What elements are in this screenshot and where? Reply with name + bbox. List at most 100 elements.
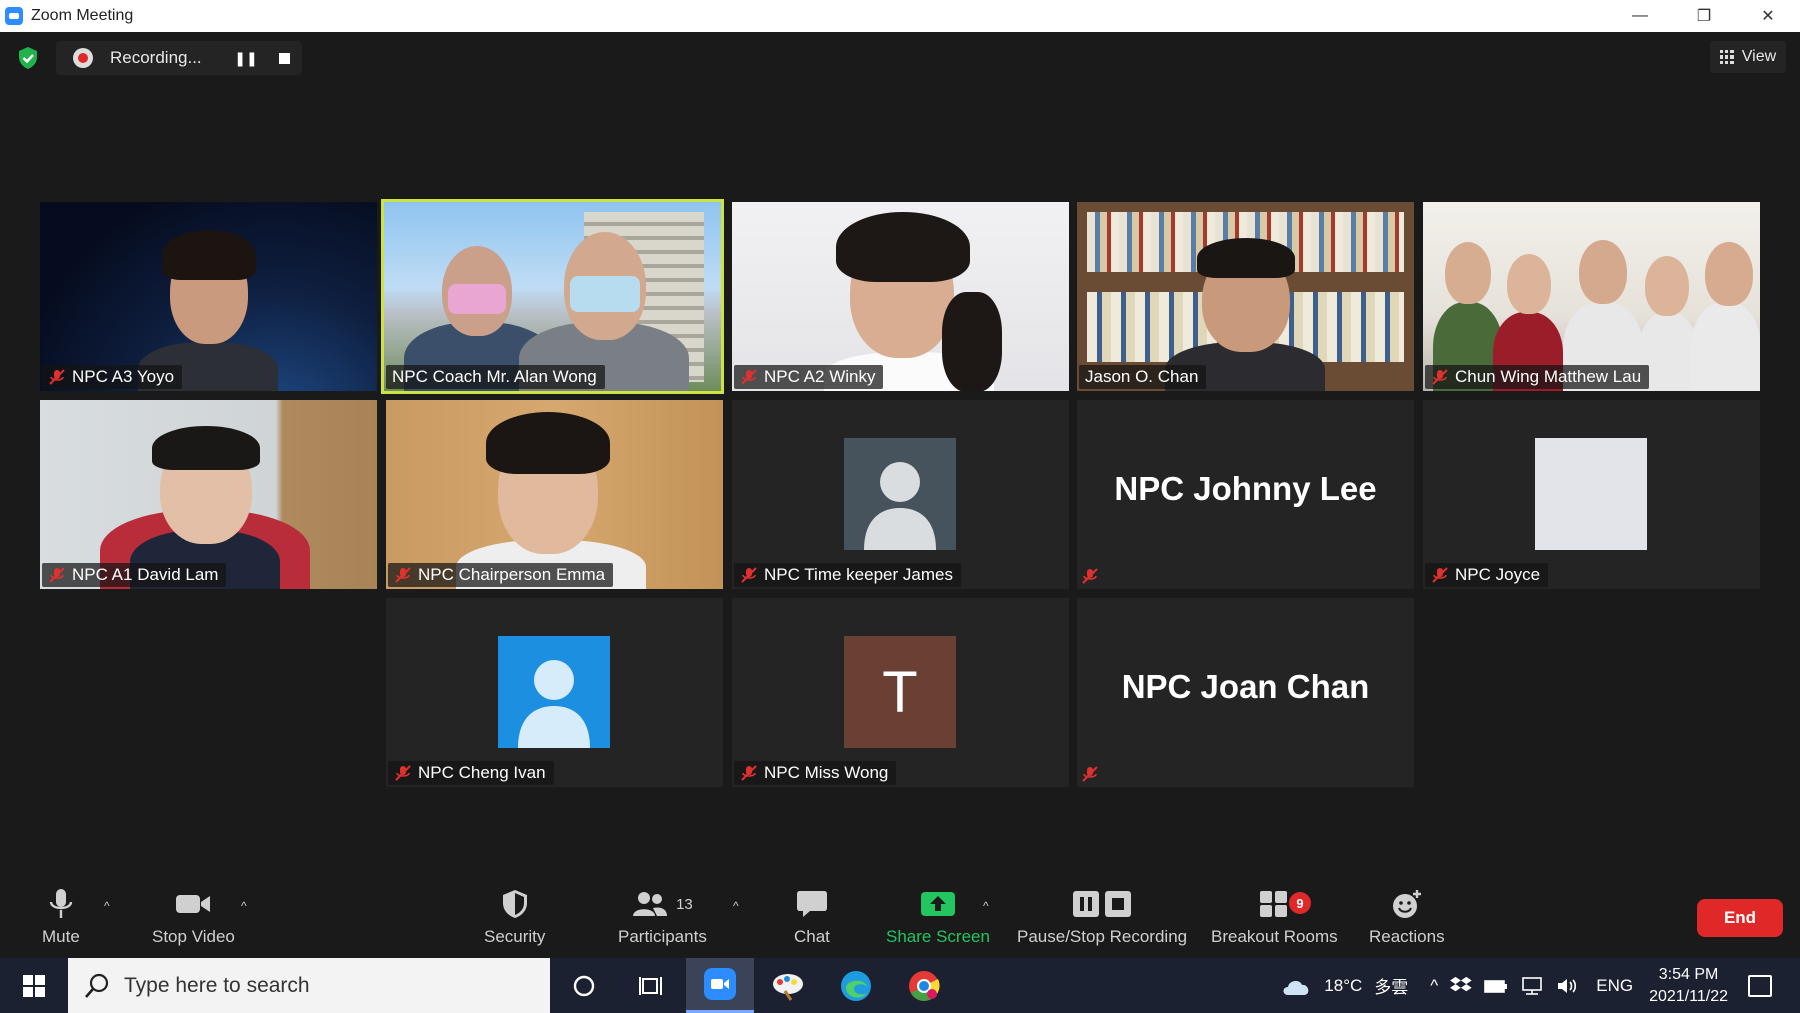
participant-name-label: NPC Chairperson Emma [388, 563, 614, 587]
pause-icon [1073, 891, 1100, 917]
share-screen-button[interactable]: Share Screen [886, 887, 990, 947]
window-title: Zoom Meeting [31, 7, 134, 24]
participant-tile[interactable]: T NPC Miss Wong [732, 598, 1069, 787]
notifications-icon[interactable] [1748, 974, 1772, 997]
participant-name-label: NPC A1 David Lam [42, 563, 227, 587]
task-view-button[interactable] [618, 958, 686, 1013]
show-hidden-icons-chevron-icon[interactable]: ^ [1430, 976, 1438, 996]
input-language[interactable]: ENG [1596, 976, 1633, 996]
end-meeting-button[interactable]: End [1697, 899, 1783, 937]
battery-icon[interactable] [1484, 978, 1508, 994]
video-tile[interactable]: Chun Wing Matthew Lau [1423, 202, 1760, 391]
muted-mic-icon [395, 765, 411, 781]
taskbar-search[interactable]: Type here to search [68, 958, 550, 1013]
weather-status[interactable]: 多雲 [1374, 973, 1408, 998]
recording-indicator: Recording... ❚❚ [56, 41, 302, 75]
restore-button[interactable]: ❐ [1672, 0, 1736, 32]
windows-logo-icon [23, 974, 45, 997]
video-tile[interactable]: NPC A2 Winky [732, 202, 1069, 391]
taskbar-zoom-app[interactable] [686, 958, 754, 1013]
cortana-button[interactable] [550, 958, 618, 1013]
video-tile[interactable]: NPC A3 Yoyo [40, 202, 377, 391]
pause-stop-recording-button[interactable]: Pause/Stop Recording [1017, 887, 1187, 947]
chat-bubble-icon [796, 891, 827, 917]
audio-options-caret[interactable]: ^ [104, 899, 118, 913]
participant-tile[interactable]: NPC Cheng Ivan [386, 598, 723, 787]
search-icon [85, 973, 109, 998]
participant-name-label: NPC Miss Wong [734, 761, 897, 785]
muted-mic-icon [1432, 567, 1448, 583]
participant-name-label: NPC Coach Mr. Alan Wong [386, 365, 605, 389]
system-tray: 18°C 多雲 ^ ENG 3:54 PM 2021/11/22 [1274, 958, 1800, 1013]
view-button[interactable]: View [1710, 41, 1786, 73]
zoom-app-icon [5, 7, 23, 25]
mute-button[interactable]: Mute [42, 887, 80, 947]
default-user-avatar-icon [844, 438, 956, 550]
muted-mic-icon [49, 567, 65, 583]
security-shield-icon [502, 890, 527, 918]
muted-mic-icon [1432, 369, 1448, 385]
breakout-rooms-button[interactable]: Breakout Rooms [1211, 887, 1338, 947]
stop-recording-button[interactable] [270, 44, 298, 72]
network-icon[interactable] [1520, 976, 1544, 996]
window-controls: — ❐ ✕ [1608, 0, 1800, 32]
chat-button[interactable]: Chat [794, 887, 830, 947]
volume-icon[interactable] [1556, 976, 1580, 996]
participant-name-label: Jason O. Chan [1079, 365, 1207, 389]
participant-name-label: NPC A2 Winky [734, 365, 884, 389]
pause-recording-button[interactable]: ❚❚ [232, 44, 260, 72]
muted-mic-icon [1082, 766, 1098, 782]
participant-tile[interactable]: NPC Time keeper James [732, 400, 1069, 589]
video-tile[interactable]: Jason O. Chan [1077, 202, 1414, 391]
taskbar-edge-app[interactable] [822, 958, 890, 1013]
start-button[interactable] [0, 958, 68, 1013]
edge-browser-icon [841, 970, 871, 1001]
dropbox-icon[interactable] [1450, 976, 1472, 996]
video-tile-active-speaker[interactable]: NPC Coach Mr. Alan Wong [381, 199, 724, 394]
title-bar: Zoom Meeting — ❐ ✕ [0, 0, 1800, 32]
grid-view-icon [1719, 50, 1734, 64]
breakout-rooms-icon [1260, 891, 1288, 917]
participant-name-label: NPC Time keeper James [734, 563, 961, 587]
reactions-button[interactable]: Reactions [1369, 887, 1445, 947]
default-user-avatar-icon [498, 636, 610, 748]
participants-icon [633, 892, 668, 916]
weather-cloud-icon [1283, 980, 1309, 995]
meeting-toolbar: Mute ^ Stop Video ^ Security 13 Particip… [0, 877, 1800, 958]
meeting-area: Recording... ❚❚ View NPC A3 Yoyo NPC Coa… [0, 32, 1800, 877]
muted-mic-icon [741, 369, 757, 385]
video-tile[interactable]: NPC A1 David Lam [40, 400, 377, 589]
cortana-circle-icon [573, 975, 595, 996]
taskbar-chrome-app[interactable] [890, 958, 958, 1013]
participants-button[interactable]: 13 Participants [618, 887, 707, 947]
taskbar-paint-app[interactable] [754, 958, 822, 1013]
close-button[interactable]: ✕ [1736, 0, 1800, 32]
temperature[interactable]: 18°C [1324, 976, 1362, 996]
stop-video-button[interactable]: Stop Video [152, 887, 235, 947]
video-tile[interactable]: NPC Chairperson Emma [386, 400, 723, 589]
taskbar-clock[interactable]: 3:54 PM 2021/11/22 [1649, 964, 1728, 1008]
initial-avatar: T [844, 636, 956, 748]
security-button[interactable]: Security [484, 887, 545, 947]
participants-options-caret[interactable]: ^ [733, 899, 747, 913]
video-camera-icon [176, 895, 211, 913]
muted-mic-icon [49, 369, 65, 385]
encryption-shield-icon[interactable] [17, 46, 39, 70]
participant-display-name: NPC Johnny Lee [1114, 470, 1377, 507]
participant-tile[interactable]: NPC Joan Chan [1077, 598, 1414, 787]
blank-avatar [1535, 438, 1647, 550]
video-options-caret[interactable]: ^ [241, 899, 255, 913]
paint-app-icon [773, 973, 803, 1001]
chrome-browser-icon [909, 970, 940, 1001]
recording-dot-icon [73, 48, 93, 68]
clock-date: 2021/11/22 [1649, 987, 1728, 1005]
share-options-caret[interactable]: ^ [983, 899, 997, 913]
recording-status: Recording... [110, 48, 202, 67]
participant-name-label: NPC Cheng Ivan [388, 761, 554, 785]
participant-tile[interactable]: NPC Joyce [1423, 400, 1760, 589]
minimize-button[interactable]: — [1608, 0, 1672, 32]
muted-mic-icon [741, 765, 757, 781]
participant-name-label: Chun Wing Matthew Lau [1425, 365, 1650, 389]
share-screen-icon [920, 892, 955, 916]
participant-tile[interactable]: NPC Johnny Lee [1077, 400, 1414, 589]
